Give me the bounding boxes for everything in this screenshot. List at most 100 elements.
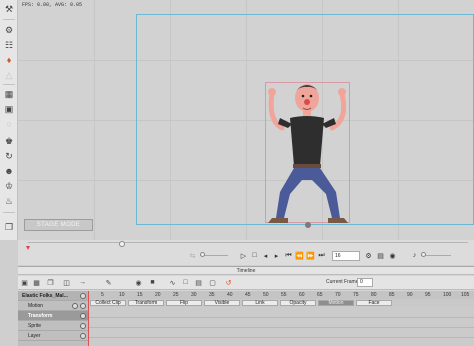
frame-ruler[interactable]: 5 10 15 20 25 30 35 40 45 50 55 60 65 70… [88, 291, 474, 299]
track-divider [88, 317, 474, 318]
tab-opacity[interactable]: Opacity [280, 300, 316, 306]
play-icon[interactable]: ▷ [239, 251, 248, 260]
ruler-tick: 5 [101, 292, 104, 298]
layer-row[interactable]: Motion [18, 301, 88, 311]
link-icon[interactable]: → [78, 278, 87, 287]
ruler-tick: 25 [173, 292, 179, 298]
first-frame-icon[interactable]: ⏮ [284, 251, 293, 260]
timeline-toolbar: ▣ ▦ ❐ ◫ → ✎ ◉ ■ ∿ □ ▤ ▢ ↺ Current Frame:… [18, 276, 474, 290]
cartoon-character[interactable] [262, 80, 354, 228]
option-toggle-icon[interactable] [72, 303, 78, 309]
layer-name: Sprite [28, 323, 42, 329]
loop-icon[interactable]: ⇆ [188, 251, 197, 260]
visibility-toggle-icon[interactable] [80, 293, 86, 299]
visibility-toggle-icon[interactable] [80, 323, 86, 329]
walk-icon[interactable]: ♔ [3, 180, 15, 192]
property-tabs: Collect Clip Transform Flip Visible Link… [88, 299, 474, 307]
volume-slider-knob[interactable] [421, 252, 426, 257]
ruler-tick: 45 [245, 292, 251, 298]
curve-icon[interactable]: ∿ [168, 278, 177, 287]
speed-slider[interactable] [200, 252, 228, 257]
frame-number-field[interactable]: 16 [332, 251, 360, 261]
ruler-tick: 10 [119, 292, 125, 298]
tab-visible[interactable]: Visible [204, 300, 240, 306]
ruler-tick: 85 [389, 292, 395, 298]
tab-flip[interactable]: Flip [166, 300, 202, 306]
tab-motion[interactable]: Motion [318, 300, 354, 306]
camera-icon[interactable]: ◉ [388, 251, 397, 260]
folder-icon[interactable]: ▦ [32, 278, 41, 287]
export-icon[interactable]: ▤ [376, 251, 385, 260]
toolbar-divider [3, 212, 15, 213]
scrub-track[interactable] [28, 241, 468, 247]
image-icon[interactable]: ▣ [3, 103, 15, 115]
next-key-icon[interactable]: ▸ [272, 251, 281, 260]
ruler-tick: 15 [137, 292, 143, 298]
ruler-tick: 60 [299, 292, 305, 298]
ruler-tick: 65 [317, 292, 323, 298]
clear-icon[interactable]: ▢ [208, 278, 217, 287]
stage-canvas[interactable]: FPS: 0.00, AVG: 0.05 STAGE MODE [18, 0, 474, 240]
paste-icon[interactable]: ▤ [194, 278, 203, 287]
next-frame-icon[interactable]: ⏩ [306, 251, 315, 260]
puppet-icon[interactable]: ☻ [3, 165, 15, 177]
track-area[interactable] [88, 307, 474, 346]
audio-icon[interactable]: ♪ [410, 251, 419, 260]
copy-icon[interactable]: □ [181, 278, 190, 287]
visibility-toggle-icon[interactable] [80, 313, 86, 319]
spring-icon[interactable]: ♨ [3, 195, 15, 207]
speed-slider-knob[interactable] [200, 252, 205, 257]
tab-transform[interactable]: Transform [128, 300, 164, 306]
walk-icon[interactable]: ♚ [3, 135, 15, 147]
current-frame-field[interactable]: 0 [357, 278, 373, 287]
ruler-tick: 55 [281, 292, 287, 298]
visibility-icon[interactable]: ◉ [134, 278, 143, 287]
layer-row[interactable]: Transform [18, 311, 88, 321]
playhead-marker[interactable] [26, 246, 30, 250]
stop-icon[interactable]: □ [250, 251, 259, 260]
tab-link[interactable]: Link [242, 300, 278, 306]
duplicate-icon[interactable]: ❐ [46, 278, 55, 287]
record-icon[interactable]: ■ [148, 278, 157, 287]
layer-row[interactable]: Elastic Folks_Mal... [18, 291, 88, 301]
delete-icon[interactable]: ◫ [62, 278, 71, 287]
timeline-title: Timeline [18, 267, 474, 275]
film-icon[interactable]: ▦ [3, 88, 15, 100]
motion-icon[interactable]: ↻ [3, 150, 15, 162]
mesh-icon: △ [5, 69, 13, 80]
clone-icon[interactable]: ❐ [3, 221, 15, 233]
settings-icon[interactable]: ⚙ [364, 251, 373, 260]
toolbar-divider [3, 19, 15, 20]
stage-mode-button[interactable]: STAGE MODE [24, 219, 93, 231]
ruler-tick: 90 [407, 292, 413, 298]
layer-row[interactable]: Layer [18, 331, 88, 341]
edit-icon[interactable]: ✎ [104, 278, 113, 287]
layer-row[interactable]: Sprite [18, 321, 88, 331]
tab-face[interactable]: Face [356, 300, 392, 306]
bone-icon[interactable]: ⚙ [3, 24, 15, 36]
visibility-toggle-icon[interactable] [80, 333, 86, 339]
previous-key-icon[interactable]: ◂ [261, 251, 270, 260]
visibility-toggle-icon[interactable] [80, 303, 86, 309]
toolbar-divider [3, 84, 15, 85]
scrub-knob[interactable] [119, 241, 125, 247]
prev-frame-icon[interactable]: ⏪ [295, 251, 304, 260]
fps-readout: FPS: 0.00, AVG: 0.05 [22, 2, 83, 8]
ruler-tick: 80 [371, 292, 377, 298]
pose-icon[interactable]: ⚒ [3, 3, 15, 15]
timeline-playhead[interactable] [88, 291, 89, 346]
layer-name: Transform [28, 313, 53, 319]
tab-collect-clip[interactable]: Collect Clip [90, 300, 126, 306]
flip-icon[interactable]: ♦ [3, 54, 15, 66]
layers-icon[interactable]: ☷ [3, 39, 15, 51]
ruler-tick: 40 [227, 292, 233, 298]
undo-icon[interactable]: ↺ [224, 278, 233, 287]
last-frame-icon[interactable]: ⏭ [317, 251, 326, 260]
playback-bar: ⇆ ▷ □ ◂ ▸ ⏮ ⏪ ⏩ ⏭ 16 ⚙ ▤ ◉ ♪ [18, 240, 474, 265]
layer-name: Elastic Folks_Mal... [22, 293, 68, 299]
add-layer-icon[interactable]: ▣ [20, 278, 29, 287]
app-window: ⚒ ⚙ ☷ ♦ △ ▦ ▣ ○ ♚ ↻ ☻ ♔ ♨ ❐ FPS: 0.00, A… [0, 0, 474, 346]
volume-slider[interactable] [421, 252, 451, 257]
left-toolbar: ⚒ ⚙ ☷ ♦ △ ▦ ▣ ○ ♚ ↻ ☻ ♔ ♨ ❐ [0, 0, 18, 240]
ruler-tick: 70 [335, 292, 341, 298]
